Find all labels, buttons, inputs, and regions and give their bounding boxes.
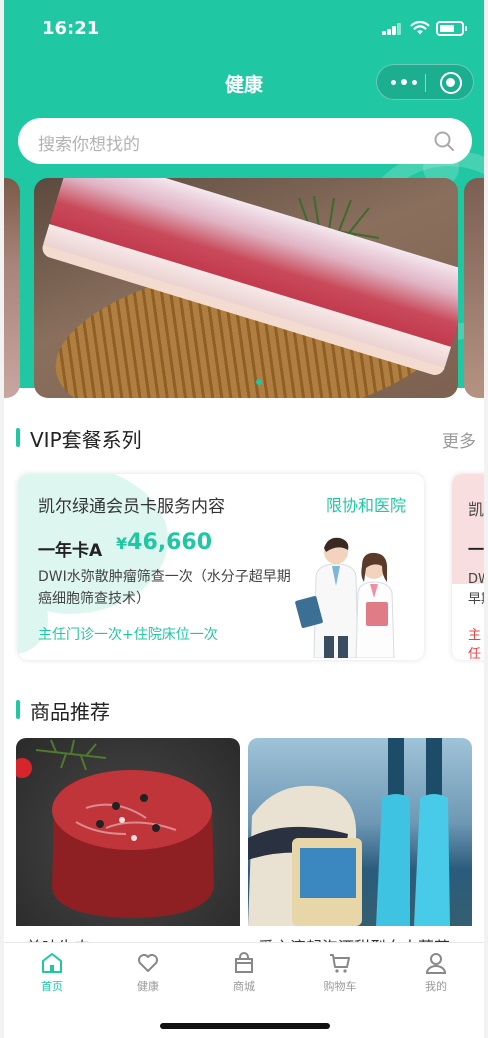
product-image [16,738,240,926]
tab-label: 首页 [41,980,63,993]
wine-illustration [248,738,450,926]
vip-card-description: DWI 早期 [468,572,484,607]
product-card-wine[interactable]: 爱之滴起泡酒甜型白人葡萄 [248,738,472,948]
nav-bar: 健康 [4,60,484,104]
heart-icon [138,954,158,972]
tab-health[interactable]: 健康 [100,951,196,1001]
user-icon [425,953,447,974]
product-section-title: 商品推荐 [30,700,110,724]
signal-icon [382,23,402,35]
vip-card-type: 一 [468,540,484,559]
bottom-tab-bar: 首页 健康 商城 购物车 我的 [4,942,484,1038]
banner-dot-active[interactable] [256,379,262,385]
tab-label: 购物车 [323,980,357,993]
section-marker [16,700,20,719]
vip-card-type: 一年卡A [38,541,103,561]
app-screen: 16:21 健康 搜索你想找的 VIP套餐系列 更多 凯尔绿通会员卡服务内容 限… [4,0,484,1038]
more-options-icon[interactable] [391,73,417,91]
vip-card-hospital: 限协和医院 [325,496,406,515]
product-card-beef[interactable]: 美味牛肉 [16,738,240,948]
search-placeholder: 搜索你想找的 [38,135,140,155]
doctors-illustration [295,537,395,658]
bag-icon [235,952,253,973]
price-value: 46,660 [127,530,213,555]
vip-card-extra: 主任 [468,628,482,660]
currency-symbol: ¥ [116,534,128,553]
banner-next-slide[interactable] [464,178,484,398]
search-icon [434,131,454,151]
steak-illustration [16,739,214,918]
banner-prev-slide[interactable] [4,178,20,398]
tab-home[interactable]: 首页 [4,951,100,1001]
tab-mall[interactable]: 商城 [196,951,292,1001]
vip-card-price: ¥46,660 [116,530,212,555]
vip-card-next[interactable]: 凯 一 DWI 早期 主任 [452,474,484,660]
tab-mine[interactable]: 我的 [388,951,484,1001]
vip-card-name: 凯尔绿通会员卡服务内容 [38,497,225,517]
home-icon [42,953,62,973]
tab-cart[interactable]: 购物车 [292,951,388,1001]
close-miniprogram-icon[interactable] [440,72,462,94]
tab-label: 我的 [425,980,447,993]
cart-icon [330,954,350,973]
tab-label: 商城 [233,980,255,993]
vip-section-title: VIP套餐系列 [30,428,142,452]
home-indicator[interactable] [160,1023,330,1029]
vip-more-link[interactable]: 更多 [442,427,476,452]
product-section-header: 商品推荐 [16,696,476,724]
battery-icon [436,21,467,36]
capsule-divider [425,74,426,92]
card-decor [452,474,484,584]
status-time: 16:21 [42,18,100,39]
status-bar: 16:21 [4,0,484,56]
section-marker [16,428,20,447]
vip-section-header: VIP套餐系列 更多 [16,424,476,452]
vip-card-name: 凯 [468,500,484,519]
product-image [248,738,472,926]
tab-label: 健康 [137,980,159,993]
vip-card-extra: 主任门诊一次+住院床位一次 [38,627,218,643]
vip-card-description: DWI水弥散肿瘤筛查一次（水分子超早期癌细胞筛查技术） [38,569,291,607]
wifi-icon [410,20,430,35]
miniprogram-capsule [376,64,474,100]
vip-card[interactable]: 凯尔绿通会员卡服务内容 限协和医院 一年卡A ¥46,660 DWI水弥散肿瘤筛… [18,474,424,660]
search-bar[interactable]: 搜索你想找的 [18,118,472,164]
banner-carousel[interactable] [34,178,458,398]
